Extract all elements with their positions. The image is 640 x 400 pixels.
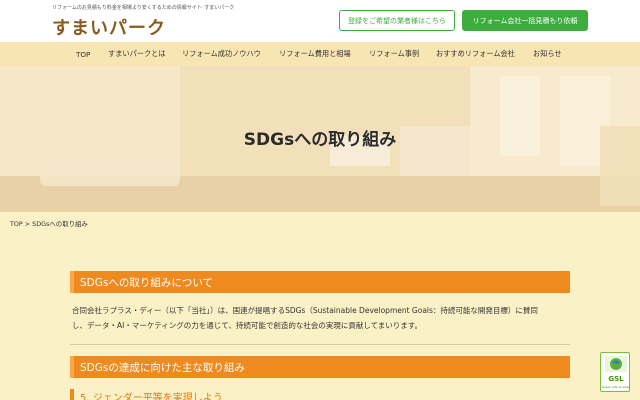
nav-item-recommended[interactable]: おすすめリフォーム会社: [436, 42, 515, 66]
section-divider: [70, 344, 570, 345]
nav-item-top[interactable]: TOP: [76, 42, 90, 66]
nav-item-news[interactable]: お知らせ: [533, 42, 562, 66]
global-nav: TOP すまいパークとは リフォーム成功ノウハウ リフォーム費用と相場 リフォー…: [0, 42, 640, 66]
site-header: リフォームのお見積もり料金を相場より安くするための情報サイト･すまいパーク すま…: [0, 0, 640, 42]
page-title: SDGsへの取り組み: [243, 130, 397, 150]
badge-label: GSL: [608, 375, 624, 383]
section-heading-main-efforts: SDGsの達成に向けた主な取り組み: [70, 356, 570, 378]
hero-banner: SDGsへの取り組み: [0, 66, 640, 212]
nav-item-knowhow[interactable]: リフォーム成功ノウハウ: [182, 42, 261, 66]
site-logo[interactable]: すまいパーク: [52, 14, 166, 40]
breadcrumb-home-link[interactable]: TOP: [10, 220, 23, 228]
nav-item-cost[interactable]: リフォーム費用と相場: [279, 42, 351, 66]
section-heading-about: SDGsへの取り組みについて: [70, 271, 570, 293]
site-tagline: リフォームのお見積もり料金を相場より安くするための情報サイト･すまいパーク: [52, 5, 235, 11]
bulk-quote-button[interactable]: リフォーム会社一括見積もり依頼: [462, 10, 588, 31]
nav-item-about[interactable]: すまいパークとは: [108, 42, 166, 66]
goal-5-heading: 5. ジェンダー平等を実現しよう: [70, 389, 570, 400]
badge-sub: Green Site License: [601, 385, 631, 389]
breadcrumb-current: SDGsへの取り組み: [32, 220, 88, 228]
about-paragraph: 合同会社ラプラス・ディー（以下「当社」）は、国連が提唱するSDGs（Sustai…: [72, 304, 572, 333]
nav-item-cases[interactable]: リフォーム事例: [369, 42, 419, 66]
breadcrumb: TOP > SDGsへの取り組み: [10, 219, 88, 228]
breadcrumb-separator: >: [24, 220, 31, 228]
green-site-license-badge[interactable]: GSL Green Site License: [600, 352, 630, 392]
register-contractor-button[interactable]: 登録をご希望の業者様はこちら: [339, 10, 455, 31]
about-line-2: し、データ・AI・マーケティングの力を通じて、持続可能で創造的な社会の実現に貢献…: [72, 320, 423, 330]
about-line-1: 合同会社ラプラス・ディー（以下「当社」）は、国連が提唱するSDGs（Sustai…: [72, 306, 538, 315]
globe-icon: [605, 356, 627, 372]
